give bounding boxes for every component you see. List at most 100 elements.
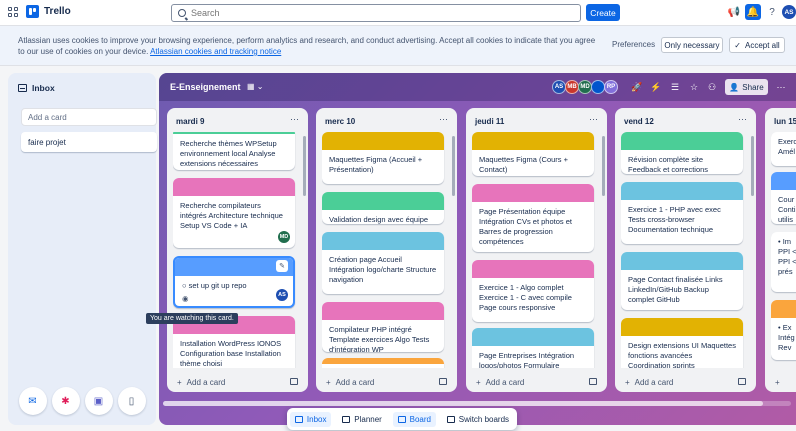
card-member-avatar[interactable]: AS [276,289,288,301]
card-text: Révision complète site Feedback et corre… [628,155,709,174]
edit-card-icon[interactable]: ✎ [276,260,288,272]
board-menu-icon[interactable]: ⋯ [775,81,787,93]
card-text: Recherche compilateurs intégrés Architec… [180,201,283,230]
card-cover [322,232,444,250]
board-card[interactable]: Maquettes Figma (Accueil + Présentation) [322,132,444,184]
member-avatar[interactable]: RP [604,80,618,94]
megaphone-icon[interactable]: 📢 [727,5,741,19]
card-text [322,364,444,368]
list-title[interactable]: mardi 9 [176,117,204,126]
member-avatar[interactable]: AS [552,80,566,94]
mobile-icon[interactable]: ▯ [117,387,146,415]
app-switcher-icon[interactable] [8,7,18,17]
nav-board-label: Board [409,414,431,424]
add-card-button[interactable]: +Add a card [326,378,374,387]
search-input[interactable] [191,8,571,18]
list-scrollbar[interactable] [452,136,455,196]
board-title[interactable]: E-Enseignement [170,82,241,92]
search-box[interactable] [171,4,581,22]
list-menu-icon[interactable]: ⋯ [290,114,300,125]
card-member-avatar[interactable]: MD [278,231,290,243]
user-avatar[interactable]: AS [782,5,796,19]
automation-icon[interactable]: ⚡ [650,81,662,93]
board-card[interactable]: Recherche compilateurs intégrés Architec… [173,178,295,248]
complete-circle-icon[interactable]: ○ [182,281,189,290]
create-button[interactable]: Create [586,4,620,21]
inbox-card[interactable]: faire projet [21,132,157,152]
cookie-notice-link[interactable]: Atlassian cookies and tracking notice [150,47,281,56]
card-text: Exerc Amél [778,137,796,156]
inbox-title: Inbox [32,83,55,93]
board-card[interactable]: • Ex Intég • Rev [771,300,796,360]
board-card[interactable]: Exerc Amél [771,132,796,166]
nav-board[interactable]: Board [392,411,436,427]
board-card[interactable] [322,358,444,368]
board-card[interactable]: Révision complète site Feedback et corre… [621,132,743,174]
card-template-icon[interactable] [290,378,298,385]
star-icon[interactable]: ☆ [688,81,700,93]
add-card-button[interactable]: +Add a card [476,378,524,387]
list-menu-icon[interactable]: ⋯ [439,114,449,125]
list-scrollbar[interactable] [303,136,306,196]
nav-switch-boards-label: Switch boards [458,414,510,424]
visibility-icon[interactable]: ⚇ [706,81,718,93]
filter-icon[interactable]: ☰ [669,81,681,93]
list-scrollbar[interactable] [602,136,605,196]
help-icon[interactable]: ? [765,5,779,19]
horizontal-scrollbar[interactable] [163,401,791,406]
trello-logo[interactable]: Trello [26,5,71,18]
horizontal-scrollbar-thumb[interactable] [163,401,763,406]
card-cover [621,318,743,336]
nav-planner[interactable]: Planner [337,412,387,427]
member-avatar[interactable] [591,80,605,94]
share-button[interactable]: 👤 Share [725,79,768,95]
card-cover [621,132,743,150]
board-card[interactable]: • Im PPI < PPI < prés [771,232,796,292]
list-title[interactable]: merc 10 [325,117,355,126]
notifications-bell-icon[interactable]: 🔔 [745,4,761,20]
list-title[interactable]: jeudi 11 [475,117,504,126]
plus-icon: + [476,378,481,387]
list-menu-icon[interactable]: ⋯ [589,114,599,125]
card-template-icon[interactable] [738,378,746,385]
board-card[interactable]: Design extensions UI Maquettes fonctions… [621,318,743,368]
card-template-icon[interactable] [589,378,597,385]
board-card[interactable]: Page Présentation équipe Intégration CVs… [472,184,594,252]
add-card-button[interactable]: +Add a card [177,378,225,387]
list-scrollbar[interactable] [751,136,754,196]
card-text: • Im PPI < PPI < prés [778,237,796,276]
add-card-button[interactable]: +Add a card [775,378,780,387]
board-card[interactable]: Compilateur PHP intégré Template exercic… [322,302,444,352]
teams-icon[interactable]: ▣ [84,387,113,415]
board-card[interactable]: Page Contact finalisée Links LinkedIn/Gi… [621,252,743,310]
board-card[interactable]: Recherche thèmes WPSetup environnement l… [173,132,295,170]
power-ups-icon[interactable]: 🚀 [631,81,643,93]
nav-inbox[interactable]: Inbox [289,411,332,427]
board-card[interactable]: Cour Conti utilis [771,172,796,224]
board-card[interactable]: Création page Accueil Intégration logo/c… [322,232,444,294]
board-card[interactable]: Maquettes Figma (Cours + Contact) [472,132,594,176]
add-card-button[interactable]: +Add a card [625,378,673,387]
list-menu-icon[interactable]: ⋯ [738,114,748,125]
card-template-icon[interactable] [439,378,447,385]
only-necessary-button[interactable]: Only necessary [661,37,723,53]
board-card[interactable]: Validation design avec équipe [322,192,444,224]
inbox-icon [18,84,27,92]
board-card[interactable]: Exercice 1 - Algo complet Exercice 1 - C… [472,260,594,322]
inbox-add-card-input[interactable]: Add a card [21,108,157,126]
list-title[interactable]: lun 15 [774,117,796,126]
accept-all-button[interactable]: ✓ Accept all [729,37,785,53]
member-avatar[interactable]: MB [565,80,579,94]
list-title[interactable]: vend 12 [624,117,654,126]
inbox-icon [294,415,303,423]
board-card[interactable]: ✎ ○ set up git up repo ◉ AS [173,256,295,308]
preferences-button[interactable]: Preferences [612,40,655,49]
slack-icon[interactable]: ✱ [51,387,80,415]
email-icon[interactable]: ✉ [18,387,47,415]
nav-switch-boards[interactable]: Switch boards [442,412,514,427]
trello-logo-icon [26,5,39,18]
board-view-switcher-icon[interactable]: ▦ ⌄ [247,82,263,91]
member-avatar[interactable]: MD [578,80,592,94]
board-card[interactable]: Exercice 1 - PHP avec exec Tests cross-b… [621,182,743,244]
board-card[interactable]: Page Entreprises Intégration logos/photo… [472,328,594,368]
